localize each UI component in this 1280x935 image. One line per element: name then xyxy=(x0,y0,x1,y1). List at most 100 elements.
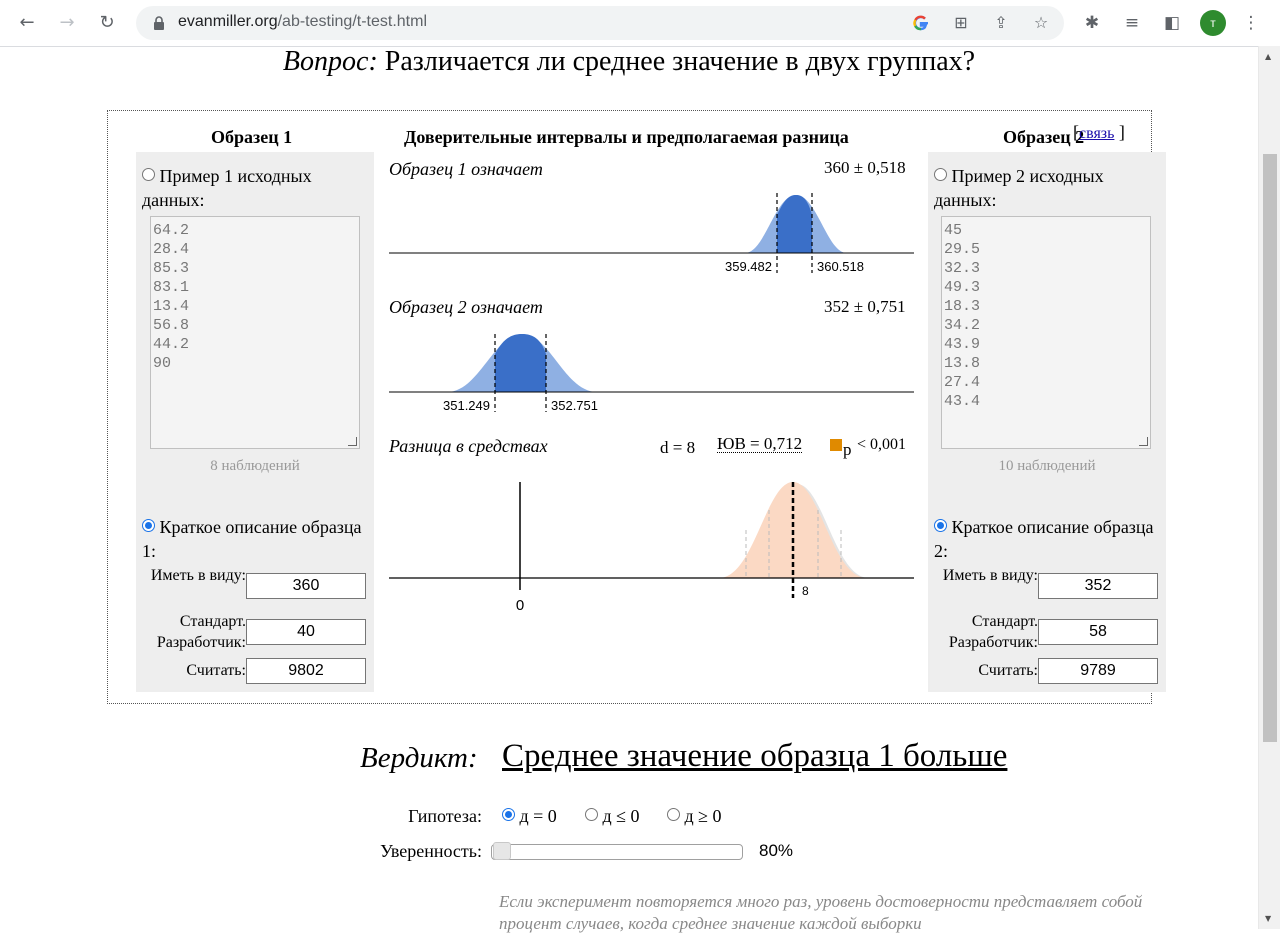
verdict-text: Среднее значение образца 1 больше xyxy=(502,738,1008,774)
page-question: Вопрос: Различается ли среднее значение … xyxy=(0,46,1258,78)
diff-estimate-label: 8 xyxy=(802,584,809,598)
raw-value-line: 29.5 xyxy=(944,241,981,258)
confidence-value: 80% xyxy=(759,841,794,860)
sample2-summary-option[interactable]: Краткое описание образца 2: xyxy=(934,515,1166,563)
mean2-upper-label: 352.751 xyxy=(551,398,598,413)
raw-value-line: 44.2 xyxy=(153,336,190,353)
profile-avatar[interactable]: т xyxy=(1200,10,1226,36)
back-icon[interactable]: ← xyxy=(16,12,38,34)
resize-handle-icon[interactable] xyxy=(1139,437,1148,446)
sample1-summary-radio[interactable] xyxy=(142,519,155,532)
sample2-mean-field[interactable]: 352 xyxy=(1038,573,1158,599)
sample2-sd-label: Стандарт. Разработчик: xyxy=(948,613,1038,651)
raw-value-line: 56.8 xyxy=(153,317,190,334)
raw-value-line: 13.8 xyxy=(944,355,981,372)
raw-value-line: 34.2 xyxy=(944,317,981,334)
sample2-observations: 10 наблюдений xyxy=(998,458,1096,474)
diff-p-label: p xyxy=(843,440,852,459)
hypothesis-label: Гипотеза: xyxy=(408,806,482,826)
sample1-observations: 8 наблюдений xyxy=(210,458,300,474)
address-bar[interactable]: evanmiller.org/ab-testing/t-test.html ⊞ … xyxy=(136,6,1064,40)
bookmark-star-icon[interactable]: ☆ xyxy=(1030,12,1052,34)
hypothesis-option-ge[interactable]: д ≥ 0 xyxy=(667,806,722,827)
mean1-upper-label: 360.518 xyxy=(817,259,864,274)
hypothesis-radio-le[interactable] xyxy=(585,808,598,821)
mean2-label: Образец 2 означает xyxy=(389,297,543,317)
raw-value-line: 18.3 xyxy=(944,298,981,315)
translate-icon[interactable]: ⊞ xyxy=(950,12,972,34)
diff-label: Разница в средствах xyxy=(389,436,548,456)
diff-se-label: ЮВ = 0,712 xyxy=(717,434,803,453)
lock-icon xyxy=(154,16,164,30)
hypothesis-option-eq[interactable]: д = 0 xyxy=(502,806,557,827)
diff-p-value: < 0,001 xyxy=(857,436,907,453)
sample2-panel: Пример 2 исходных данных: 45 29.5 32.3 49.3… xyxy=(928,152,1166,692)
difference-distribution-chart: 0 8 xyxy=(389,482,914,614)
raw-value-line: 13.4 xyxy=(153,298,190,315)
hypothesis-radio-eq[interactable] xyxy=(502,808,515,821)
browser-toolbar: ← → ↻ evanmiller.org/ab-testing/t-test.h… xyxy=(0,0,1280,47)
google-icon[interactable] xyxy=(910,12,932,34)
permalink-link[interactable]: связь xyxy=(1079,125,1114,142)
extensions-icon[interactable]: ✱ xyxy=(1081,12,1103,34)
sample2-count-field[interactable]: 9789 xyxy=(1038,658,1158,684)
middle-title: Доверительные интервалы и предполагаемая… xyxy=(404,127,849,147)
sample1-sd-field[interactable]: 40 xyxy=(246,619,366,645)
hypothesis-radio-ge[interactable] xyxy=(667,808,680,821)
media-queue-icon[interactable]: ≡ xyxy=(1121,12,1143,34)
mean2-value: 352 ± 0,751 xyxy=(824,297,906,316)
sample2-summary-radio[interactable] xyxy=(934,519,947,532)
sample1-raw-textarea[interactable]: 64.2 28.4 85.3 83.1 13.4 56.8 44.2 90 xyxy=(150,216,360,449)
raw-value-line: 45 xyxy=(944,222,963,239)
sample2-mean-label: Иметь в виду: xyxy=(942,567,1038,584)
permalink: [связь ] xyxy=(1073,122,1125,142)
sample1-summary-option[interactable]: Краткое описание образца 1: xyxy=(142,515,374,563)
sample2-title: Образец 2 xyxy=(1003,127,1085,147)
raw-value-line: 43.9 xyxy=(944,336,981,353)
mean2-lower-label: 351.249 xyxy=(443,398,490,413)
share-icon[interactable]: ⇪ xyxy=(990,12,1012,34)
raw-value-line: 49.3 xyxy=(944,279,981,296)
scroll-up-arrow-icon[interactable]: ▲ xyxy=(1265,52,1271,61)
scroll-down-arrow-icon[interactable]: ▼ xyxy=(1265,914,1271,923)
confidence-slider-track[interactable] xyxy=(491,844,743,860)
question-text: Различается ли среднее значение в двух г… xyxy=(384,46,976,77)
resize-handle-icon[interactable] xyxy=(348,437,357,446)
sample2-sd-field[interactable]: 58 xyxy=(1038,619,1158,645)
page-scrollbar[interactable]: ▲ ▼ xyxy=(1258,46,1280,929)
raw-value-line: 43.4 xyxy=(944,393,981,410)
sample1-mean-field[interactable]: 360 xyxy=(246,573,366,599)
sample1-raw-radio[interactable] xyxy=(142,168,155,181)
hypothesis-option-le[interactable]: д ≤ 0 xyxy=(585,806,640,827)
confidence-footnote: Если эксперимент повторяется много раз, … xyxy=(499,892,1143,933)
reload-icon[interactable]: ↻ xyxy=(96,12,118,34)
mean1-lower-label: 359.482 xyxy=(725,259,772,274)
confidence-label: Уверенность: xyxy=(380,841,482,861)
sample1-sd-label: Стандарт. Разработчик: xyxy=(156,613,246,651)
url-text[interactable]: evanmiller.org/ab-testing/t-test.html xyxy=(178,13,427,31)
raw-value-line: 64.2 xyxy=(153,222,190,239)
sample1-panel: Пример 1 исходных данных: 64.2 28.4 85.3 83… xyxy=(136,152,374,692)
forward-icon[interactable]: → xyxy=(56,12,78,34)
confidence-slider-thumb[interactable] xyxy=(493,842,511,860)
sample1-count-field[interactable]: 9802 xyxy=(246,658,366,684)
sample1-raw-option[interactable]: Пример 1 исходных данных: xyxy=(142,164,374,212)
mean1-inner-curve xyxy=(777,195,812,253)
side-panel-icon[interactable]: ◧ xyxy=(1161,12,1183,34)
raw-value-line: 28.4 xyxy=(153,241,190,258)
raw-value-line: 83.1 xyxy=(153,279,190,296)
sample2-raw-radio[interactable] xyxy=(934,168,947,181)
mean2-distribution-chart: 351.249 352.751 xyxy=(389,334,914,413)
diff-d-label: d = 8 xyxy=(660,438,696,457)
mean1-value: 360 ± 0,518 xyxy=(824,158,906,177)
question-label: Вопрос: xyxy=(282,46,378,77)
sample1-count-label: Считать: xyxy=(186,662,246,679)
menu-kebab-icon[interactable]: ⋮ xyxy=(1240,12,1262,34)
p-value-square-icon xyxy=(830,439,842,451)
raw-value-line: 90 xyxy=(153,355,172,372)
mean1-distribution-chart: 359.482 360.518 xyxy=(389,193,914,274)
sample2-raw-option[interactable]: Пример 2 исходных данных: xyxy=(934,164,1166,212)
sample2-raw-textarea[interactable]: 45 29.5 32.3 49.3 18.3 34.2 43.9 13.8 27.4 43.4 xyxy=(941,216,1151,449)
sample2-count-label: Считать: xyxy=(978,662,1038,679)
scroll-thumb[interactable] xyxy=(1263,154,1277,742)
